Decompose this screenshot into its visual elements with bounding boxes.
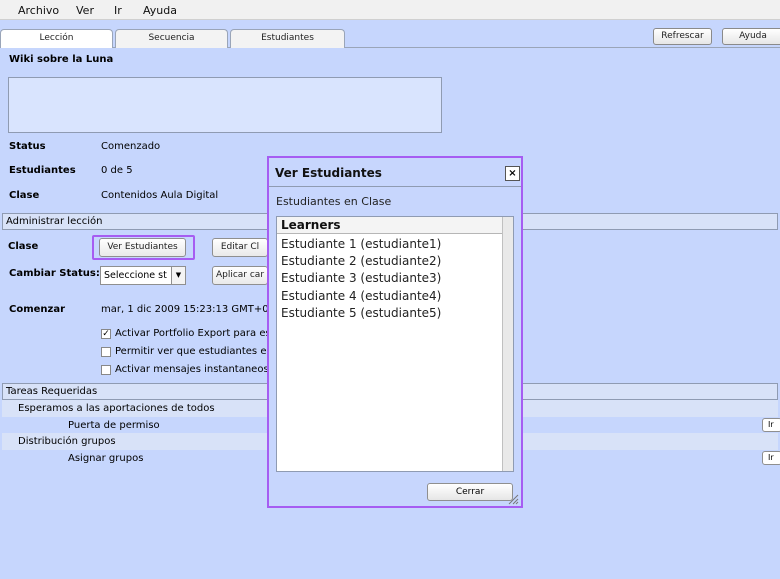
dialog-divider [269,186,521,187]
go-task-button[interactable]: Ir [762,418,780,432]
status-select-value: Seleccione st [104,270,167,281]
class-label: Clase [9,190,40,201]
tab-estudiantes[interactable]: Estudiantes [230,29,345,48]
chevron-down-icon: ▼ [171,267,185,284]
tab-secuencia[interactable]: Secuencia [115,29,228,48]
list-header[interactable]: Learners [277,217,503,234]
list-item[interactable]: Estudiante 4 (estudiante4) [281,289,441,303]
help-button[interactable]: Ayuda [722,28,780,45]
refresh-button[interactable]: Refrescar [653,28,712,45]
change-status-label: Cambiar Status: [9,268,100,279]
menu-archivo[interactable]: Archivo [18,4,59,17]
tab-leccion[interactable]: Lección [0,29,113,48]
resize-grip-icon[interactable] [506,492,519,505]
close-button[interactable]: Cerrar [427,483,513,501]
view-students-button[interactable]: Ver Estudiantes [99,238,186,257]
learners-list[interactable]: Learners Estudiante 1 (estudiante1) Estu… [276,216,514,472]
list-item[interactable]: Estudiante 1 (estudiante1) [281,237,441,251]
view-students-checkbox[interactable] [101,347,111,357]
go-task-button[interactable]: Ir [762,451,780,465]
menu-ver[interactable]: Ver [76,4,94,17]
task-label: Puerta de permiso [68,420,160,431]
task-label: Asignar grupos [68,453,144,464]
page-title: Wiki sobre la Luna [9,54,114,65]
instant-messages-label: Activar mensajes instantaneos [115,364,269,375]
task-label: Esperamos a las aportaciones de todos [18,403,215,414]
list-item[interactable]: Estudiante 2 (estudiante2) [281,254,441,268]
class-value: Contenidos Aula Digital [101,190,219,201]
menu-ir[interactable]: Ir [114,4,122,17]
start-value: mar, 1 dic 2009 15:23:13 GMT+01:0 [101,304,285,315]
status-value: Comenzado [101,141,161,152]
start-label: Comenzar [9,304,66,315]
list-item[interactable]: Estudiante 5 (estudiante5) [281,306,441,320]
status-label: Status [9,141,46,152]
portfolio-export-label: Activar Portfolio Export para estu [115,328,281,339]
admin-class-label: Clase [8,241,39,252]
students-label: Estudiantes [9,165,76,176]
status-select[interactable]: Seleccione st ▼ [100,266,186,285]
dialog-title: Ver Estudiantes [275,166,382,180]
instant-messages-checkbox[interactable] [101,365,111,375]
edit-class-button[interactable]: Editar Cl [212,238,268,257]
menu-ayuda[interactable]: Ayuda [143,4,177,17]
students-value: 0 de 5 [101,165,133,176]
view-students-dialog: Ver Estudiantes × Estudiantes en Clase L… [267,156,523,508]
close-icon[interactable]: × [505,166,520,181]
portfolio-export-checkbox[interactable]: ✓ [101,329,111,339]
scrollbar[interactable] [502,217,513,471]
menu-bar: Archivo Ver Ir Ayuda [0,0,780,20]
list-item[interactable]: Estudiante 3 (estudiante3) [281,271,441,285]
task-label: Distribución grupos [18,436,116,447]
apply-status-button[interactable]: Aplicar car [212,266,268,285]
view-students-option-label: Permitir ver que estudiantes est [115,346,276,357]
description-box [8,77,442,133]
dialog-subtitle: Estudiantes en Clase [276,195,392,208]
